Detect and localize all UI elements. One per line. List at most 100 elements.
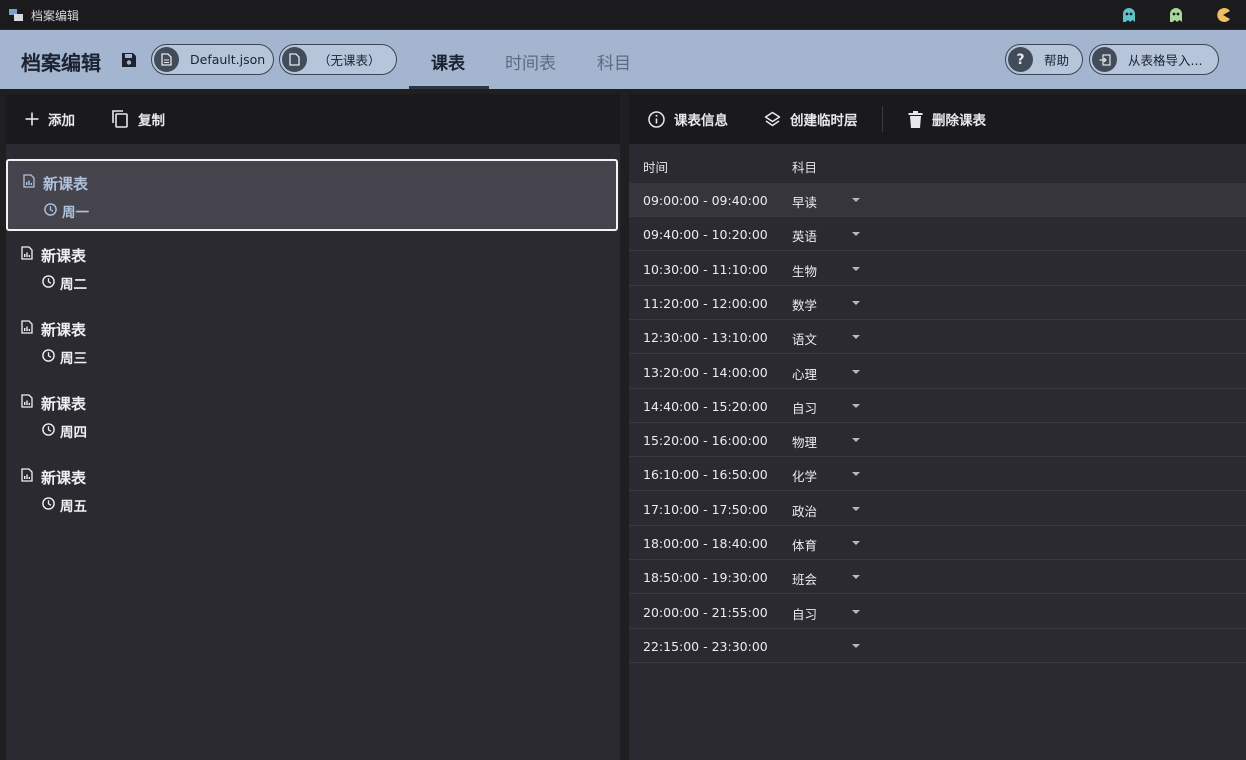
chevron-down-icon[interactable] (852, 472, 860, 477)
column-header-time: 时间 (643, 160, 669, 175)
chevron-down-icon[interactable] (852, 506, 860, 511)
schedule-document-icon (23, 174, 35, 188)
chevron-down-icon[interactable] (852, 300, 860, 305)
chevron-down-icon[interactable] (852, 266, 860, 271)
window-title: 档案编辑 (31, 9, 80, 23)
chevron-down-icon[interactable] (852, 369, 860, 374)
import-icon (1092, 47, 1117, 72)
window-titlebar: 档案编辑 (0, 0, 1246, 30)
table-row[interactable]: 09:00:00 - 09:40:00 早读 (629, 183, 1246, 217)
subject-cell[interactable]: 体育 (792, 535, 817, 554)
schedule-name: 新课表 (41, 395, 87, 413)
subject-cell[interactable]: 自习 (792, 604, 817, 623)
list-item[interactable]: 新课表周一 (6, 159, 618, 231)
chevron-down-icon[interactable] (852, 198, 860, 202)
import-label: 从表格导入... (1128, 53, 1203, 68)
chevron-down-icon[interactable] (852, 403, 860, 408)
table-row[interactable]: 16:10:00 - 16:50:00 化学 (629, 457, 1246, 492)
schedule-name: 新课表 (41, 247, 87, 265)
list-item[interactable]: 新课表 周三 (6, 307, 618, 379)
subject-cell[interactable]: 自习 (792, 398, 817, 417)
schedule-info-label: 课表信息 (674, 113, 728, 129)
schedule-name: 新课表 (43, 175, 89, 193)
subject-cell[interactable]: 生物 (792, 261, 817, 280)
clock-icon (44, 203, 57, 216)
delete-schedule-label: 删除课表 (932, 113, 986, 129)
subject-cell[interactable]: 英语 (792, 226, 817, 245)
ghost-icon[interactable] (1168, 7, 1184, 23)
subject-cell[interactable]: 数学 (792, 295, 817, 314)
list-item[interactable]: 新课表周四 (6, 381, 618, 453)
subject-cell[interactable]: 物理 (792, 432, 817, 451)
chevron-down-icon[interactable] (852, 575, 860, 580)
chevron-down-icon[interactable] (852, 643, 860, 648)
time-cell: 16:10:00 - 16:50:00 (643, 467, 768, 483)
chevron-down-icon[interactable] (852, 232, 860, 237)
list-item[interactable]: 新课表 周五 (6, 455, 618, 527)
chevron-down-icon[interactable] (852, 609, 860, 614)
blank-file-icon (282, 47, 307, 72)
copy-icon (112, 110, 128, 128)
time-cell: 13:20:00 - 14:00:00 (643, 364, 768, 380)
schedule-detail-toolbar: 课表信息 创建临时层 删除课表 (629, 94, 1246, 144)
schedule-document-icon (21, 320, 33, 334)
copy-schedule-button[interactable]: 复制 (111, 94, 165, 144)
help-button[interactable]: ? 帮助 (1005, 44, 1083, 75)
help-icon: ? (1008, 47, 1033, 72)
table-row[interactable]: 11:20:00 - 12:00:00 数学 (629, 286, 1246, 320)
chevron-down-icon[interactable] (852, 438, 860, 443)
schedule-info-button[interactable]: 课表信息 (648, 94, 728, 144)
copy-label: 复制 (138, 113, 165, 129)
info-icon (648, 110, 665, 128)
schedule-name: 新课表 (41, 469, 87, 487)
time-cell: 18:50:00 - 19:30:00 (643, 570, 768, 586)
subject-cell[interactable]: 语文 (792, 329, 817, 348)
chevron-down-icon[interactable] (852, 335, 860, 340)
clock-icon (42, 423, 55, 436)
list-item[interactable]: 新课表周二 (6, 233, 618, 305)
table-row[interactable]: 18:00:00 - 18:40:00 体育 (629, 526, 1246, 560)
table-row[interactable]: 09:40:00 - 10:20:00 英语 (629, 217, 1246, 252)
subject-cell[interactable]: 政治 (792, 501, 817, 520)
tab-schedules[interactable]: 课表 (431, 49, 465, 74)
subject-cell[interactable]: 班会 (792, 569, 817, 588)
time-cell: 18:00:00 - 18:40:00 (643, 536, 768, 551)
create-temp-layer-button[interactable]: 创建临时层 (764, 94, 858, 144)
time-cell: 22:15:00 - 23:30:00 (643, 638, 768, 654)
subject-cell[interactable]: 早读 (792, 192, 817, 211)
save-icon[interactable] (121, 52, 137, 68)
help-label: 帮助 (1044, 53, 1070, 68)
schedule-day: 周二 (60, 277, 87, 293)
panel-splitter[interactable] (620, 94, 629, 760)
schedule-day: 周四 (60, 425, 87, 441)
table-row[interactable]: 18:50:00 - 19:30:00 班会 (629, 560, 1246, 595)
create-temp-layer-label: 创建临时层 (790, 113, 858, 129)
file-selector-button[interactable]: Default.json (151, 44, 274, 75)
schedule-document-icon (21, 394, 33, 408)
table-row[interactable]: 10:30:00 - 11:10:00 生物 (629, 252, 1246, 286)
table-row[interactable]: 14:40:00 - 15:20:00 自习 (629, 389, 1246, 423)
tab-timetables[interactable]: 时间表 (505, 49, 556, 74)
schedule-day: 周一 (62, 205, 89, 221)
add-schedule-button[interactable]: 添加 (25, 94, 75, 144)
table-row[interactable]: 17:10:00 - 17:50:00 政治 (629, 492, 1246, 526)
ghost-icon[interactable] (1121, 7, 1137, 23)
table-row[interactable]: 15:20:00 - 16:00:00 物理 (629, 423, 1246, 458)
schedule-name: 新课表 (41, 321, 87, 339)
subject-cell[interactable]: 化学 (792, 466, 817, 485)
subject-cell[interactable]: 心理 (792, 364, 817, 383)
delete-schedule-button[interactable]: 删除课表 (908, 94, 986, 144)
time-cell: 09:00:00 - 09:40:00 (643, 193, 768, 208)
table-row[interactable]: 22:15:00 - 23:30:00 (629, 629, 1246, 663)
table-row[interactable]: 20:00:00 - 21:55:00 自习 (629, 595, 1246, 629)
active-tab-indicator (409, 86, 489, 89)
schedule-selector-button[interactable]: （无课表） (279, 44, 397, 75)
time-cell: 11:20:00 - 12:00:00 (643, 295, 768, 311)
pacman-icon[interactable] (1215, 7, 1231, 23)
chevron-down-icon[interactable] (852, 541, 860, 545)
import-from-table-button[interactable]: 从表格导入... (1089, 44, 1219, 75)
tab-subjects[interactable]: 科目 (597, 49, 631, 74)
table-row[interactable]: 13:20:00 - 14:00:00 心理 (629, 355, 1246, 389)
schedule-document-icon (21, 468, 33, 482)
table-row[interactable]: 12:30:00 - 13:10:00 语文 (629, 320, 1246, 355)
